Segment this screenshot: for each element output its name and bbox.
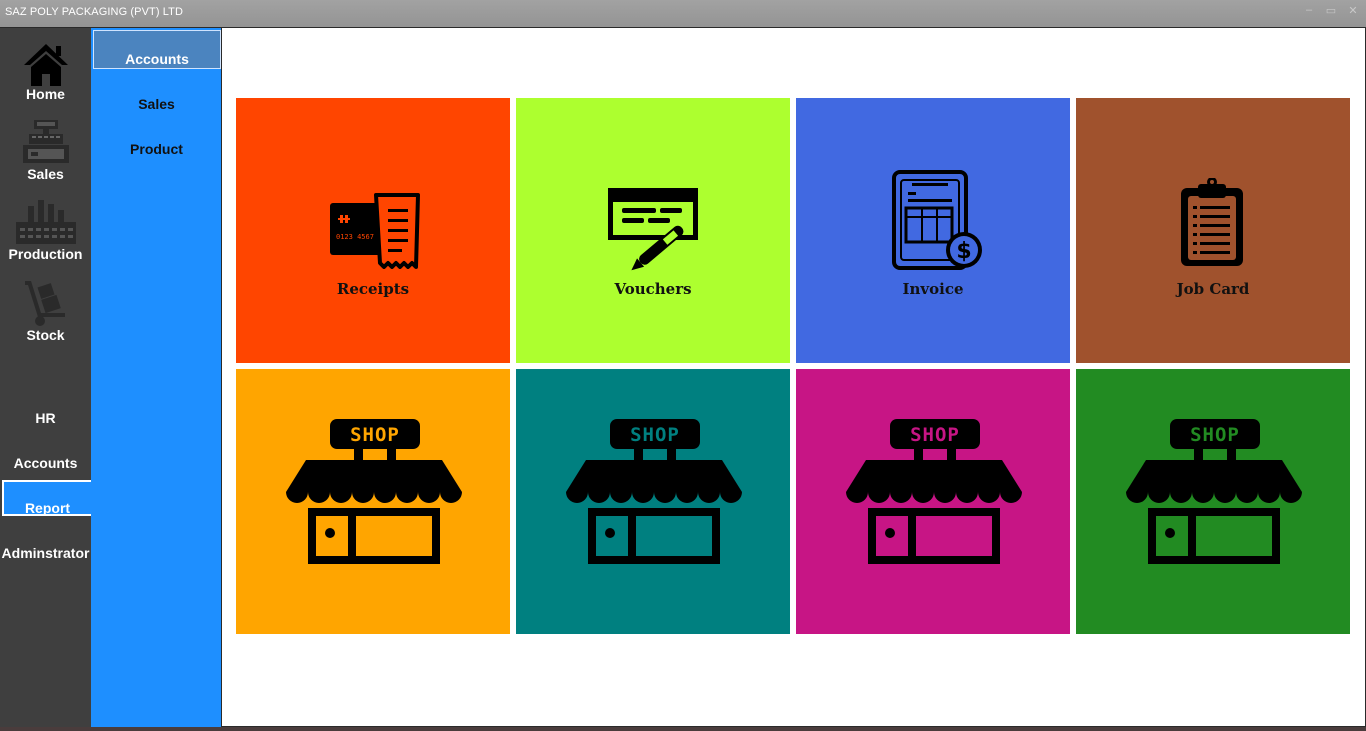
home-icon [23, 44, 68, 86]
left-nav: Home Sales Production Stock HR Accounts … [0, 28, 91, 727]
subnav-tab-accounts[interactable]: Accounts [93, 30, 221, 69]
shop-sign-text: SHOP [350, 424, 400, 446]
hand-truck-icon [24, 281, 65, 326]
maximize-button[interactable]: ▭ [1324, 4, 1338, 17]
tile-receipts-label: Receipts [336, 280, 410, 298]
clipboard-icon [1181, 178, 1243, 266]
tile-invoice-label: Invoice [902, 280, 964, 298]
receipt-card-icon: 0123 4567 [330, 193, 420, 269]
nav-item-report[interactable]: Report [2, 480, 91, 516]
shop-sign-text: SHOP [630, 424, 680, 446]
shop-icon: SHOP [566, 419, 742, 564]
shop-icon: SHOP [846, 419, 1022, 564]
shop-sign-text: SHOP [1190, 424, 1240, 446]
window-title: SAZ POLY PACKAGING (PVT) LTD [5, 6, 184, 18]
tile-shop-1[interactable]: SHOP [236, 369, 510, 634]
taskbar-strip [0, 727, 1366, 731]
nav-item-home-label: Home [26, 86, 65, 102]
nav-item-sales[interactable]: Sales [0, 120, 91, 182]
nav-item-stock[interactable]: Stock [0, 279, 91, 343]
subnav-item-sales[interactable]: Sales [91, 96, 222, 112]
sub-nav: Accounts Sales Product [91, 28, 222, 727]
minimize-button[interactable]: – [1302, 4, 1316, 17]
tile-shop-4[interactable]: SHOP [1076, 369, 1350, 634]
tile-invoice[interactable]: $ Invoice [796, 98, 1070, 363]
tile-shop-3[interactable]: SHOP [796, 369, 1070, 634]
nav-item-home[interactable]: Home [0, 42, 91, 102]
tile-receipts[interactable]: 0123 4567 Receipts [236, 98, 510, 363]
svg-text:$: $ [956, 239, 971, 264]
nav-item-stock-label: Stock [26, 327, 65, 343]
cheque-pen-icon [608, 188, 698, 271]
tile-vouchers[interactable]: Vouchers [516, 98, 790, 363]
shop-icon: SHOP [286, 419, 462, 564]
tile-job-card[interactable]: Job Card [1076, 98, 1350, 363]
nav-item-sales-label: Sales [27, 166, 64, 182]
tile-vouchers-label: Vouchers [614, 280, 692, 298]
tile-shop-2[interactable]: SHOP [516, 369, 790, 634]
nav-item-production-label: Production [8, 246, 83, 262]
tile-job-card-label: Job Card [1176, 280, 1250, 298]
invoice-dollar-icon: $ [892, 170, 982, 270]
nav-item-adminstrator[interactable]: Adminstrator [0, 545, 91, 561]
subnav-item-product[interactable]: Product [91, 141, 222, 157]
factory-icon [15, 200, 76, 244]
close-button[interactable]: ✕ [1346, 4, 1360, 17]
cash-register-icon [22, 120, 69, 163]
title-bar: SAZ POLY PACKAGING (PVT) LTD – ▭ ✕ [0, 0, 1366, 27]
svg-text:0123 4567: 0123 4567 [336, 233, 374, 241]
nav-item-accounts[interactable]: Accounts [0, 455, 91, 471]
nav-item-production[interactable]: Production [0, 198, 91, 262]
window-controls: – ▭ ✕ [1302, 4, 1360, 17]
shop-sign-text: SHOP [910, 424, 960, 446]
shop-icon: SHOP [1126, 419, 1302, 564]
nav-item-hr[interactable]: HR [0, 410, 91, 426]
